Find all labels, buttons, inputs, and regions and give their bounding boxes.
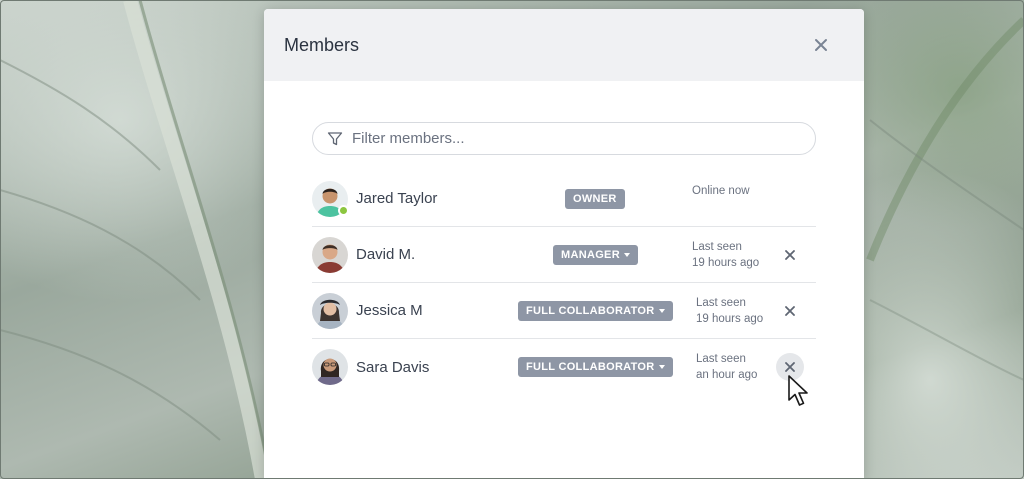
close-button[interactable] [812, 36, 830, 54]
role-dropdown[interactable]: FULL COLLABORATOR [518, 357, 673, 377]
caret-down-icon [658, 365, 665, 369]
member-status: Last seen 19 hours ago [692, 239, 759, 271]
avatar [312, 180, 349, 217]
member-row: Jessica M FULL COLLABORATOR Last seen 19… [312, 283, 816, 339]
close-icon [815, 39, 827, 51]
member-name: David M. [356, 246, 416, 263]
role-dropdown[interactable]: MANAGER [553, 244, 638, 265]
member-row: Sara Davis FULL COLLABORATOR Last seen a… [312, 339, 816, 395]
remove-member-button[interactable] [776, 241, 804, 269]
member-status: Last seen 19 hours ago [696, 295, 763, 327]
status-line: Last seen [696, 297, 746, 309]
member-name: Jared Taylor [356, 190, 438, 207]
role-label: FULL COLLABORATOR [526, 304, 655, 317]
member-name: Sara Davis [356, 358, 430, 376]
member-row: Jared Taylor OWNER Online now [312, 171, 816, 227]
members-modal: Members Filter members... Jared Taylor O… [264, 9, 864, 479]
role-dropdown[interactable]: FULL COLLABORATOR [518, 300, 673, 321]
role-badge: OWNER [565, 188, 625, 209]
member-status: Last seen an hour ago [696, 351, 757, 383]
status-time: 19 hours ago [692, 257, 760, 269]
status-time: an hour ago [696, 369, 758, 381]
avatar [312, 349, 348, 385]
caret-down-icon [623, 252, 630, 257]
role-label: MANAGER [561, 248, 620, 261]
member-status: Online now [692, 185, 750, 197]
close-icon [785, 305, 795, 316]
modal-body: Jared Taylor OWNER Online now David M. M… [264, 81, 864, 395]
modal-header: Members [264, 9, 864, 81]
members-list: Jared Taylor OWNER Online now David M. M… [312, 171, 816, 395]
online-status-dot [338, 204, 349, 216]
caret-down-icon [658, 308, 665, 313]
member-row: David M. MANAGER Last seen 19 hours ago [312, 227, 816, 283]
avatar [312, 236, 348, 273]
status-line: Last seen [692, 241, 742, 253]
search-box[interactable] [312, 122, 816, 155]
close-icon [785, 249, 795, 260]
filter-icon [327, 131, 343, 145]
avatar [312, 292, 348, 329]
status-line: Last seen [696, 353, 746, 365]
member-name: Jessica M [356, 302, 423, 319]
mouse-pointer-icon [788, 375, 808, 406]
close-icon [785, 362, 795, 372]
status-time: 19 hours ago [696, 313, 764, 325]
modal-title: Members [284, 34, 360, 55]
role-label: FULL COLLABORATOR [526, 361, 655, 373]
filter-members-input[interactable] [352, 124, 815, 153]
remove-member-button[interactable] [776, 297, 804, 325]
